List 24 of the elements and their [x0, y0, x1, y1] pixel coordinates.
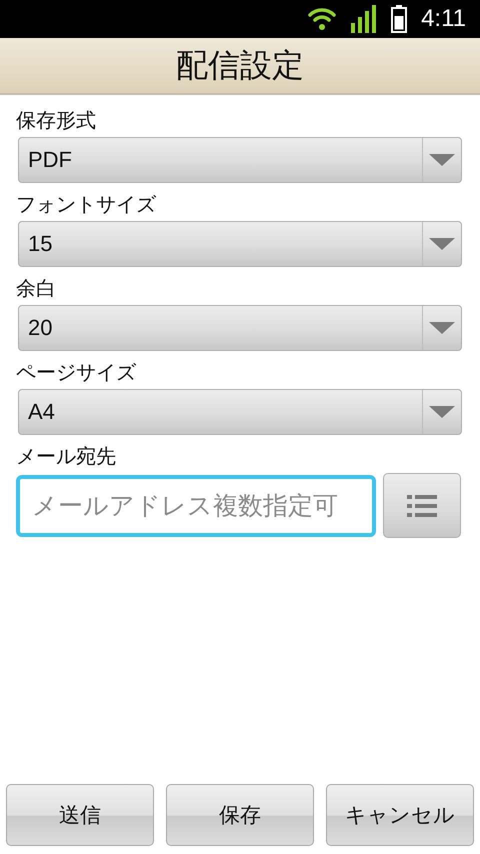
dropdown[interactable]: 15	[18, 221, 462, 267]
dropdown-arrow-icon	[429, 154, 455, 166]
email-label: メール宛先	[16, 443, 116, 470]
action-button[interactable]: 送信	[6, 784, 154, 846]
setting-label: フォントサイズ	[16, 191, 156, 218]
setting-label: ページサイズ	[16, 359, 136, 386]
dropdown[interactable]: A4	[18, 389, 462, 435]
signal-icon	[351, 5, 378, 33]
dropdown-arrow-icon	[429, 238, 455, 250]
wifi-icon	[307, 6, 338, 32]
setting-label: 保存形式	[16, 107, 96, 134]
action-button[interactable]: キャンセル	[326, 784, 474, 846]
dropdown[interactable]: PDF	[18, 137, 462, 183]
list-button[interactable]	[383, 473, 461, 538]
screen-title: 配信設定	[176, 44, 304, 86]
dropdown-arrow-icon	[429, 406, 455, 418]
list-icon	[407, 494, 437, 516]
dropdown[interactable]: 20	[18, 305, 462, 351]
dropdown-arrow-icon	[429, 322, 455, 334]
battery-icon	[391, 5, 408, 33]
email-field[interactable]: メールアドレス複数指定可	[16, 474, 376, 536]
setting-label: 余白	[16, 275, 56, 302]
action-button[interactable]: 保存	[166, 784, 314, 846]
status-time: 4:11	[421, 5, 466, 33]
